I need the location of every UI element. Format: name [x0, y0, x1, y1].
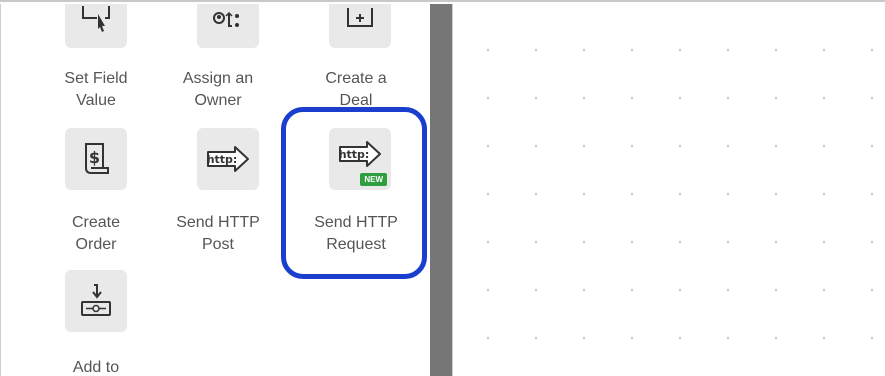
panel-splitter[interactable] — [430, 4, 452, 376]
highlight-ring — [281, 107, 427, 279]
send-http-post-label: Send HTTP Post — [176, 214, 260, 253]
svg-text:http:: http: — [207, 153, 238, 166]
create-deal-label: Create a Deal — [325, 70, 387, 109]
workflow-canvas[interactable] — [453, 4, 885, 376]
sequence-add-icon — [81, 284, 111, 316]
assign-owner-tile[interactable] — [197, 4, 259, 48]
create-order-label: Create Order — [71, 214, 121, 253]
http-arrow-icon: http: — [207, 146, 249, 172]
svg-text:$: $ — [89, 148, 100, 167]
assign-users-icon — [213, 11, 239, 27]
cursor-box-icon — [82, 6, 110, 32]
add-to-label: Add to — [72, 359, 120, 376]
send-http-post-tile[interactable]: http: — [197, 128, 259, 190]
set-field-value-label: Set Field Value — [64, 70, 128, 109]
create-order-tile[interactable]: $ — [65, 128, 127, 190]
assign-owner-label: Assign an Owner — [182, 70, 254, 109]
create-deal-tile[interactable] — [329, 4, 391, 48]
add-box-icon — [347, 8, 373, 27]
add-to-tile[interactable] — [65, 270, 127, 332]
dollar-scroll-icon: $ — [85, 143, 109, 174]
actions-panel: Set Field Value Assign an Owner Create a… — [0, 4, 431, 376]
set-field-value-tile[interactable] — [65, 4, 127, 48]
workflow-editor: Set Field Value Assign an Owner Create a… — [0, 0, 885, 376]
